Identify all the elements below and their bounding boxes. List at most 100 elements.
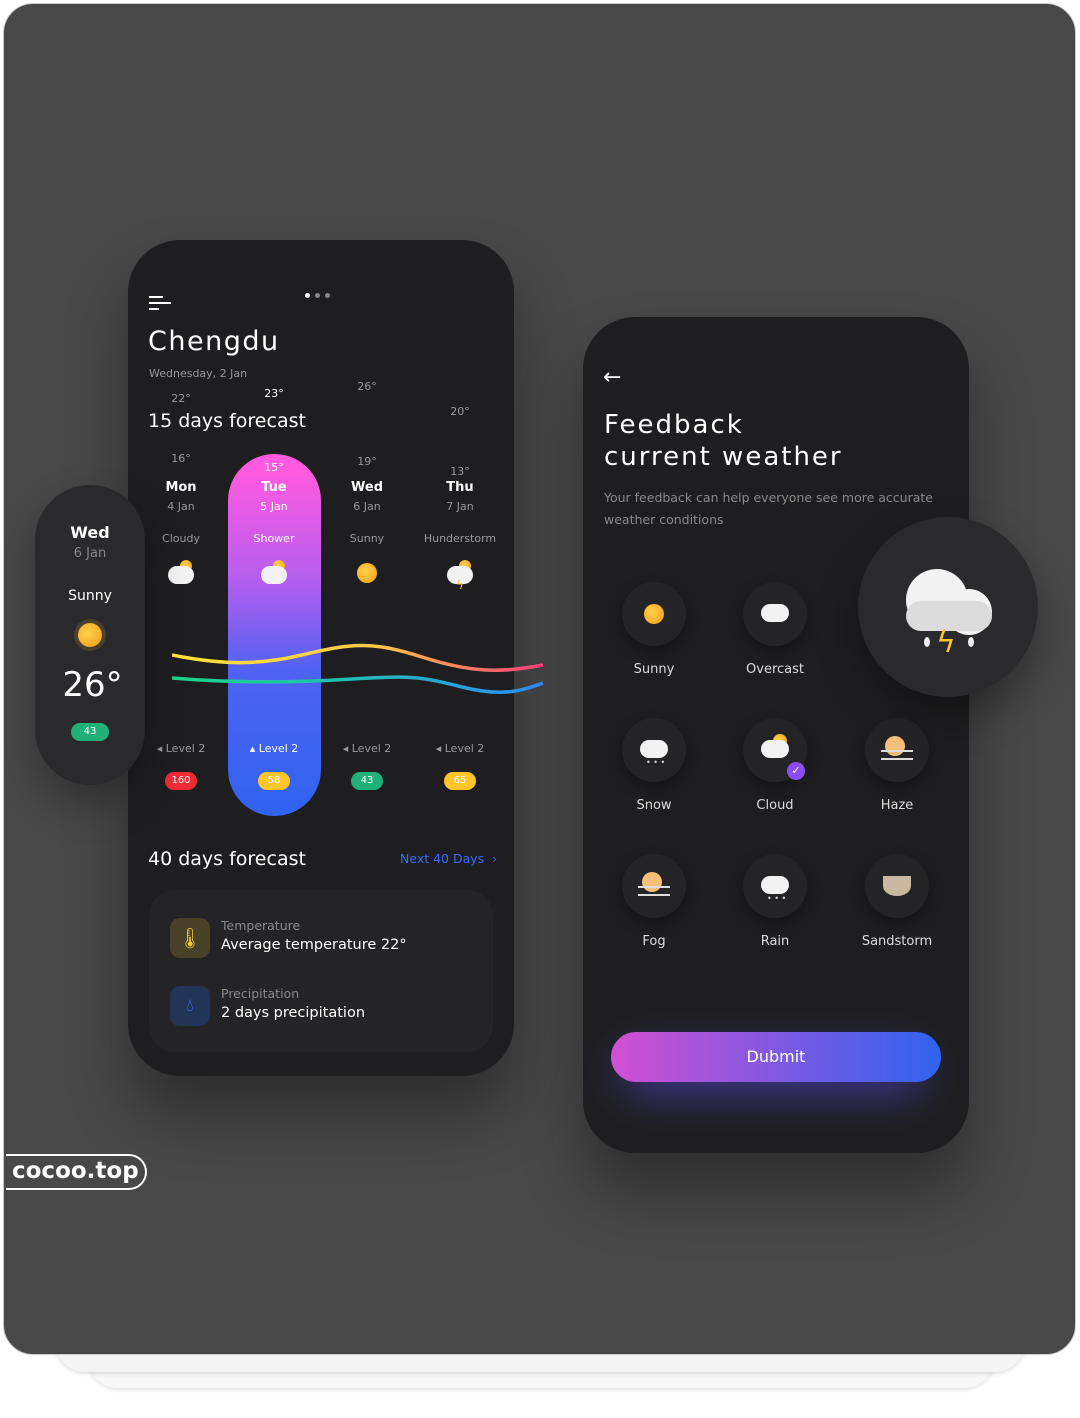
wind-label: Level 2 — [165, 742, 206, 755]
water-drop-icon: 💧︎ — [170, 986, 210, 1026]
wind-level: ▴ Level 2 — [224, 742, 324, 755]
page-dots[interactable] — [305, 293, 330, 298]
day-name: Thu — [446, 480, 474, 495]
high-temp: 23° — [264, 387, 284, 400]
wind-label: Level 2 — [351, 742, 392, 755]
wind-direction-icon: ◂ — [342, 742, 352, 755]
summary-label: Temperature — [221, 918, 301, 933]
sun-icon — [352, 558, 382, 588]
wind-direction-icon: ◂ — [156, 742, 166, 755]
option-haze[interactable] — [865, 718, 929, 782]
section-title: 40 days forecast — [148, 848, 306, 870]
summary-value: 2 days precipitation — [221, 1005, 366, 1021]
menu-icon[interactable] — [149, 296, 171, 310]
day-name: Mon — [165, 480, 197, 495]
city-name: Chengdu — [148, 326, 280, 357]
rain-icon: • • • — [743, 854, 807, 918]
chevron-right-icon: › — [488, 851, 498, 866]
low-temp: 13° — [450, 465, 470, 478]
option-snow[interactable]: • • • — [622, 718, 686, 782]
low-temp: 15° — [264, 461, 284, 474]
title-line: Feedback — [604, 410, 744, 440]
watermark-logo: cocoo.top — [6, 1154, 147, 1190]
submit-button[interactable]: Dubmit — [611, 1032, 941, 1082]
wind-label: Level 2 — [258, 742, 299, 755]
wind-level: ◂ Level 2 — [410, 742, 510, 755]
temperature: 26° — [62, 665, 123, 705]
option-label: Fog — [642, 934, 666, 949]
low-temp: 19° — [357, 455, 377, 468]
snow-icon: • • • — [622, 718, 686, 782]
option-cloud[interactable]: ✓ — [743, 718, 807, 782]
overcast-icon — [743, 582, 807, 646]
summary-card: 🌡︎ Temperature Average temperature 22° 💧… — [149, 890, 493, 1052]
wind-level: ◂ Level 2 — [131, 742, 231, 755]
floating-day-card[interactable]: Wed 6 Jan Sunny 26° 43 — [35, 485, 145, 785]
low-temp: 16° — [171, 452, 191, 465]
forecast-phone: Chengdu Wednesday, 2 Jan 15 days forecas… — [128, 240, 544, 1076]
option-label: Sandstorm — [861, 934, 933, 949]
haze-icon — [865, 718, 929, 782]
option-label: Overcast — [746, 662, 804, 677]
current-date: Wednesday, 2 Jan — [149, 367, 248, 380]
aqi-badge: 43 — [71, 723, 109, 741]
option-rain[interactable]: • • • — [743, 854, 807, 918]
back-arrow-icon[interactable]: ← — [603, 365, 621, 390]
day-date: 5 Jan — [260, 500, 288, 513]
fog-icon — [622, 854, 686, 918]
link-label: Next 40 Days — [400, 851, 485, 866]
aqi-badge: 160 — [165, 772, 197, 790]
high-temp: 22° — [171, 392, 191, 405]
day-date: 6 Jan — [73, 546, 107, 561]
day-condition: Sunny — [349, 532, 385, 545]
day-condition: Cloudy — [162, 532, 200, 545]
wind-direction-icon: ◂ — [435, 742, 445, 755]
next-40-days-link[interactable]: Next 40 Days › — [400, 851, 497, 866]
shower-icon — [259, 558, 289, 588]
day-name: Wed — [351, 480, 383, 495]
day-condition: Hunderstorm — [423, 532, 497, 545]
title-line: current weather — [604, 442, 843, 472]
page-title: Feedback current weather — [604, 409, 843, 473]
day-date: 6 Jan — [353, 500, 381, 513]
wind-direction-icon: ▴ — [249, 742, 259, 755]
option-sunny[interactable] — [622, 582, 686, 646]
sandstorm-icon — [865, 854, 929, 918]
day-name: Wed — [70, 523, 110, 542]
option-label: Rain — [760, 934, 790, 949]
option-label: Cloud — [756, 798, 794, 813]
aqi-badge: 65 — [444, 772, 476, 790]
sunny-icon — [622, 582, 686, 646]
summary-label: Precipitation — [221, 986, 300, 1001]
aqi-badge: 58 — [258, 772, 290, 790]
section-title: 15 days forecast — [148, 410, 306, 432]
option-overcast[interactable] — [743, 582, 807, 646]
thunderstorm-icon: ϟ — [445, 558, 475, 592]
feedback-phone: ← Feedback current weather Your feedback … — [583, 317, 969, 1153]
summary-value: Average temperature 22° — [221, 937, 407, 953]
thermometer-icon: 🌡︎ — [170, 918, 210, 958]
thunderstorm-selected-icon: ϟ — [858, 517, 1038, 697]
checkmark-icon: ✓ — [787, 762, 805, 780]
day-name: Tue — [261, 480, 287, 495]
option-label: Sunny — [633, 662, 675, 677]
wind-level: ◂ Level 2 — [317, 742, 417, 755]
option-sandstorm[interactable] — [865, 854, 929, 918]
subtitle: Your feedback can help everyone see more… — [604, 490, 933, 527]
day-date: 7 Jan — [446, 500, 474, 513]
sun-icon — [78, 623, 102, 647]
aqi-badge: 43 — [351, 772, 383, 790]
high-temp-line — [172, 643, 544, 673]
day-condition: Shower — [253, 532, 295, 545]
wind-label: Level 2 — [444, 742, 485, 755]
condition: Sunny — [68, 588, 112, 604]
option-fog[interactable] — [622, 854, 686, 918]
low-temp-line — [172, 675, 544, 694]
day-date: 4 Jan — [167, 500, 195, 513]
temperature-curves — [172, 643, 544, 694]
high-temp: 20° — [450, 405, 470, 418]
high-temp: 26° — [357, 380, 377, 393]
option-label: Haze — [880, 798, 914, 813]
option-label: Snow — [636, 798, 672, 813]
partly-cloudy-icon — [166, 558, 196, 588]
